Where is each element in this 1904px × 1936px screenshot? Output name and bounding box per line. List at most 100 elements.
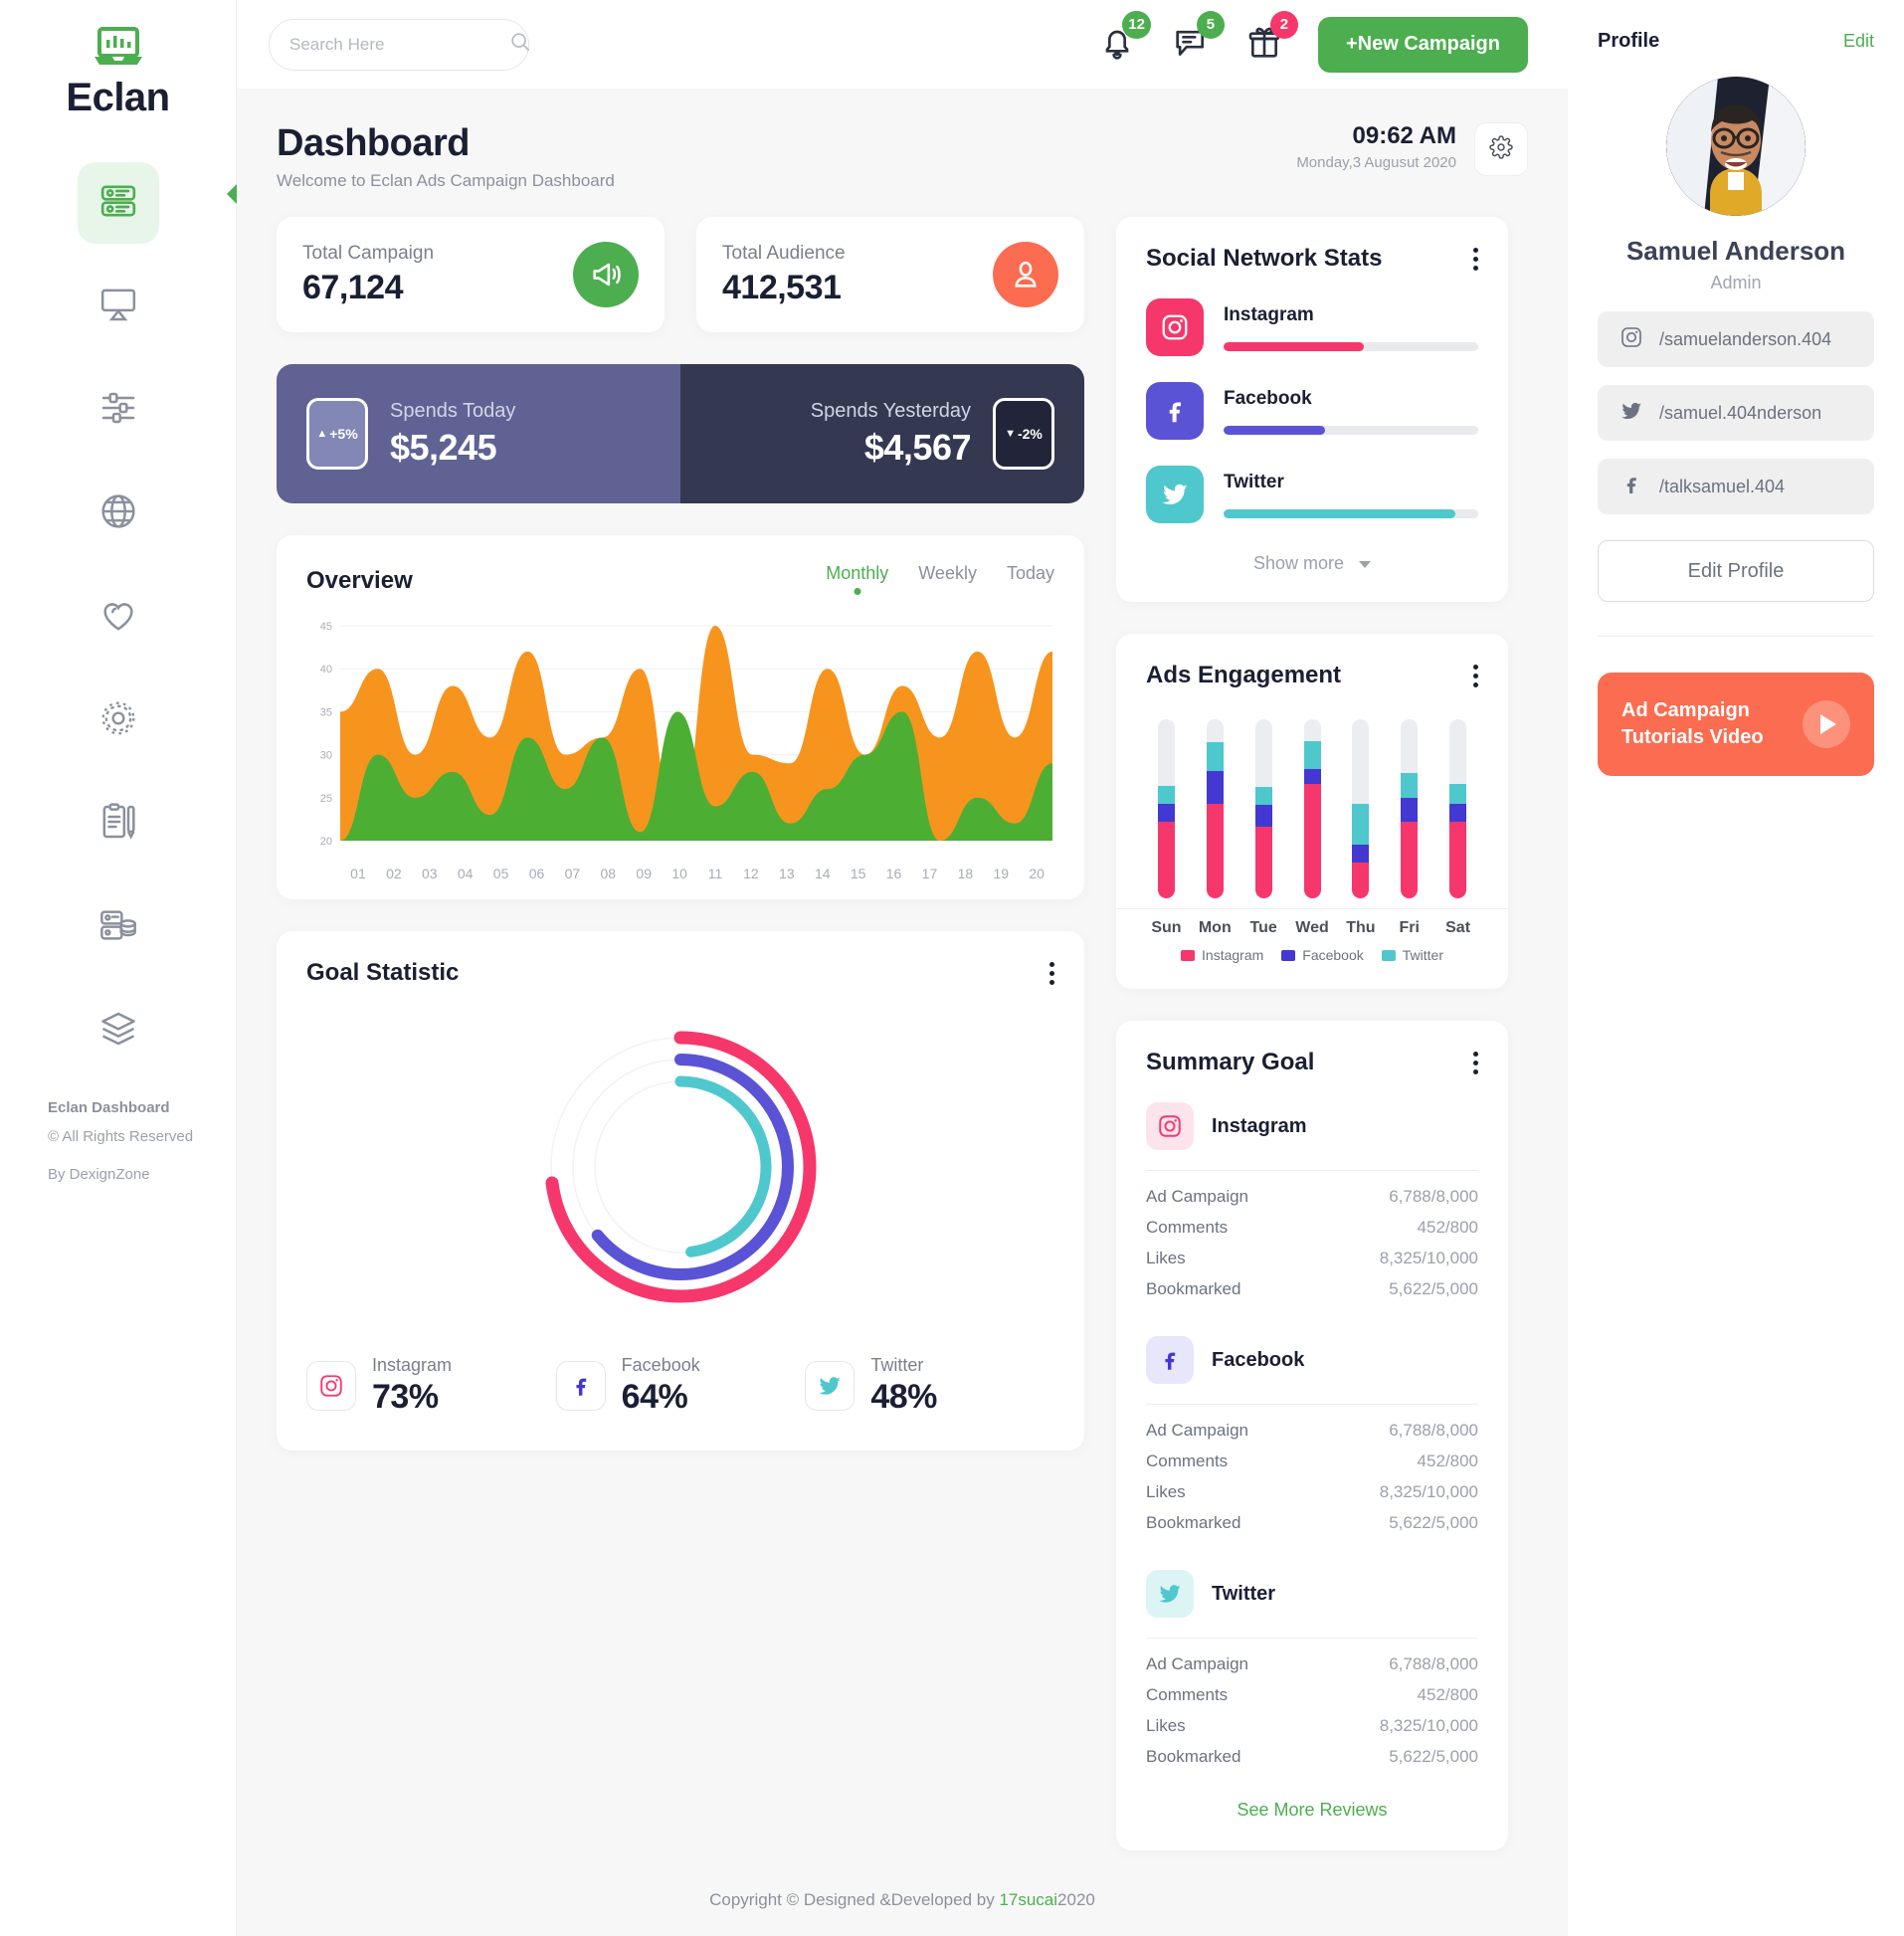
notifications-button[interactable]: 12	[1097, 10, 1151, 67]
legend-swatch	[1181, 949, 1196, 961]
sidebar-item-layers[interactable]	[78, 990, 159, 1071]
summary-block-name: Facebook	[1212, 1348, 1305, 1371]
ads-seg-facebook	[1254, 805, 1272, 827]
summary-value: 8,325/10,000	[1379, 1482, 1478, 1501]
search-input[interactable]	[289, 34, 509, 55]
ads-seg-facebook	[1449, 803, 1467, 822]
profile-edit-link[interactable]: Edit	[1843, 31, 1874, 52]
ads-stacked-bar	[1401, 719, 1419, 898]
social-progress-track	[1224, 508, 1478, 518]
summary-row: Ad Campaign 6,788/8,000	[1146, 1654, 1478, 1674]
kebab-menu-icon[interactable]	[1473, 1051, 1478, 1074]
ads-x-tick: Wed	[1295, 919, 1329, 936]
summary-table: Ad Campaign 6,788/8,000 Comments 452/800…	[1146, 1170, 1478, 1299]
summary-value: 5,622/5,000	[1389, 1747, 1478, 1766]
goal-statistic-card: Goal Statistic Instagram 73% Facebook 64…	[277, 931, 1084, 1451]
summary-row: Bookmarked 5,622/5,000	[1146, 1747, 1478, 1767]
ads-seg-facebook	[1157, 803, 1175, 822]
sidebar-item-presentation[interactable]	[78, 266, 159, 347]
sidebar-item-reports[interactable]	[78, 783, 159, 865]
social-network-stats-card: Social Network Stats Instagram Facebook …	[1116, 217, 1508, 602]
profile-handle-text: /samuel.404nderson	[1659, 402, 1822, 423]
search-box[interactable]	[269, 18, 531, 71]
instagram-icon	[1619, 325, 1643, 354]
sidebar-item-globe[interactable]	[78, 473, 159, 554]
footer-highlight: 17sucai	[999, 1890, 1058, 1909]
summary-value: 6,788/8,000	[1389, 1654, 1478, 1673]
dashboard-left-column: Total Campaign 67,124 Total Audience 412…	[277, 217, 1084, 1451]
svg-text:45: 45	[320, 621, 332, 633]
kebab-menu-icon[interactable]	[1473, 664, 1478, 687]
sidebar-item-sliders[interactable]	[78, 369, 159, 451]
sidebar: Eclan Eclan Dashboard © All Rights Reser…	[0, 0, 238, 1936]
summary-block-name: Twitter	[1212, 1582, 1276, 1605]
sidebar-item-dashboard[interactable]	[77, 162, 159, 244]
sidebar-item-favorites[interactable]	[78, 576, 159, 658]
video-title-line2: Tutorials Video	[1621, 726, 1764, 748]
social-show-more-button[interactable]: Show more	[1116, 523, 1508, 602]
overview-x-axis: 01 02 03 04 05 06 07 08 09 10 11 12 13 14 15 16 17 18 19 20	[340, 866, 1054, 881]
ads-stacked-bar	[1206, 719, 1224, 898]
sidebar-item-database[interactable]	[78, 886, 159, 968]
x-tick: 05	[492, 866, 509, 881]
page-title: Dashboard	[277, 122, 470, 164]
tab-today[interactable]: Today	[1007, 563, 1054, 598]
ads-bar-column	[1433, 719, 1482, 898]
summary-block-header: Instagram	[1146, 1076, 1478, 1170]
instagram-icon	[306, 1361, 356, 1411]
page-settings-button[interactable]	[1474, 122, 1528, 176]
ads-seg-twitter	[1206, 742, 1224, 772]
ads-bar-column	[1191, 719, 1239, 898]
tutorials-video-card[interactable]: Ad Campaign Tutorials Video	[1598, 673, 1874, 776]
new-campaign-button[interactable]: +New Campaign	[1317, 16, 1528, 73]
x-tick: 19	[993, 866, 1010, 881]
profile-panel: Profile Edit Samuel Anderson Admin /samu…	[1568, 0, 1904, 1936]
summary-block-instagram: Instagram Ad Campaign 6,788/8,000 Commen…	[1116, 1076, 1508, 1299]
globe-icon	[98, 491, 138, 536]
main-content: 12 5	[237, 0, 1568, 1936]
ads-seg-instagram	[1206, 803, 1224, 898]
social-row-facebook: Facebook	[1116, 382, 1508, 440]
kebab-menu-icon[interactable]	[1049, 961, 1054, 985]
sidebar-footer-by: By DexignZone	[48, 1166, 150, 1183]
brand-name: Eclan	[66, 76, 170, 119]
tab-monthly[interactable]: Monthly	[826, 563, 888, 598]
profile-handle-text: /talksamuel.404	[1659, 476, 1786, 496]
summary-block-header: Twitter	[1146, 1544, 1478, 1638]
x-tick: 03	[421, 866, 438, 881]
social-name: Facebook	[1224, 387, 1312, 409]
x-tick: 09	[636, 866, 652, 881]
ads-bar-column	[1385, 719, 1433, 898]
current-time: 09:62 AM	[1352, 122, 1456, 149]
x-tick: 14	[814, 866, 831, 881]
sidebar-nav	[0, 162, 236, 1071]
avatar	[1666, 77, 1806, 216]
edit-profile-button[interactable]: Edit Profile	[1598, 540, 1874, 602]
spends-today-delta-value: +5%	[329, 426, 358, 442]
search-icon[interactable]	[509, 31, 531, 58]
kebab-menu-icon[interactable]	[1473, 247, 1478, 271]
tab-weekly[interactable]: Weekly	[918, 563, 977, 598]
profile-handle-facebook[interactable]: /talksamuel.404	[1598, 459, 1874, 514]
goal-legend-percent: 73%	[372, 1378, 439, 1416]
goal-radial-chart	[277, 987, 1084, 1355]
sidebar-item-configuration[interactable]	[78, 679, 159, 761]
ads-x-tick: Thu	[1346, 919, 1376, 936]
profile-role: Admin	[1710, 273, 1762, 292]
gifts-button[interactable]: 2	[1244, 10, 1298, 67]
social-name: Instagram	[1224, 303, 1314, 325]
social-progress-track	[1224, 341, 1478, 351]
summary-key: Likes	[1146, 1716, 1186, 1735]
see-more-reviews-link[interactable]: See More Reviews	[1116, 1778, 1508, 1850]
messages-button[interactable]: 5	[1171, 10, 1225, 67]
profile-handle-instagram[interactable]: /samuelanderson.404	[1598, 311, 1874, 367]
play-icon[interactable]	[1803, 700, 1850, 748]
profile-handle-text: /samuelanderson.404	[1659, 328, 1832, 349]
summary-row: Bookmarked 5,622/5,000	[1146, 1513, 1478, 1533]
spends-yesterday-value: $4,567	[863, 426, 972, 468]
ads-engagement-title: Ads Engagement	[1146, 662, 1342, 688]
x-tick: 07	[564, 866, 581, 881]
messages-badge: 5	[1196, 10, 1225, 39]
spends-today-value: $5,245	[390, 426, 497, 468]
profile-handle-twitter[interactable]: /samuel.404nderson	[1598, 385, 1874, 441]
